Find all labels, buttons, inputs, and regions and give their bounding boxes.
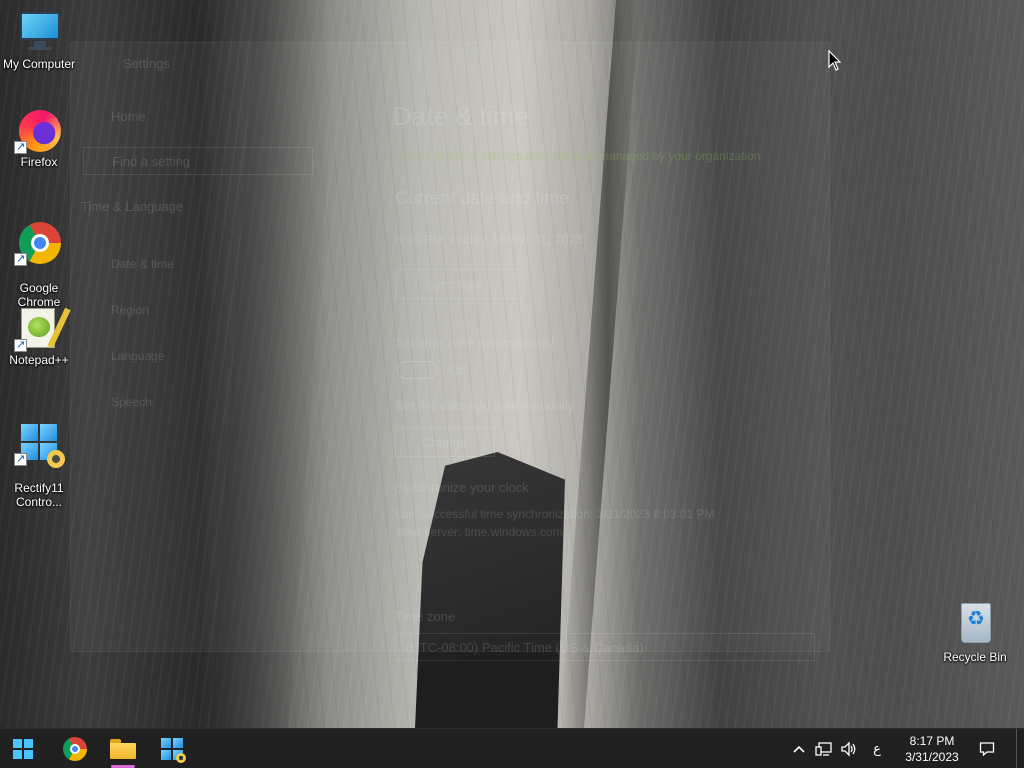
desktop-icon-label: Google Chrome bbox=[17, 281, 61, 309]
input-method-indicator[interactable]: ع bbox=[866, 729, 888, 768]
timezone-heading: Time zone bbox=[395, 609, 456, 624]
nav-home[interactable]: Home bbox=[111, 109, 146, 124]
desktop-icon-recycle-bin[interactable]: Recycle Bin bbox=[937, 603, 1013, 664]
taskbar-chrome-button[interactable] bbox=[53, 729, 97, 768]
desktop-icon-label: Recycle Bin bbox=[943, 650, 1007, 664]
notepad-plus-plus-icon bbox=[14, 306, 61, 352]
manual-date-label: Set the date and time manually bbox=[395, 398, 575, 413]
settings-search-placeholder: Find a setting bbox=[112, 154, 191, 169]
desktop-icon-my-computer[interactable]: My Computer bbox=[1, 10, 77, 71]
folder-icon bbox=[110, 739, 136, 759]
taskbar: ع 8:17 PM 3/31/2023 bbox=[0, 728, 1024, 768]
chrome-icon bbox=[14, 220, 61, 266]
monitor-icon bbox=[17, 10, 61, 54]
network-wired-icon bbox=[815, 742, 832, 756]
rectify11-control-icon bbox=[14, 420, 65, 468]
change-button[interactable]: Change bbox=[395, 427, 495, 457]
current-date-value: 8:16 PM, Friday, March 31, 2023 bbox=[395, 232, 584, 247]
sync-now-button[interactable]: Sync now bbox=[395, 269, 523, 299]
taskbar-rectify11-control-button[interactable] bbox=[150, 729, 194, 768]
clock-time: 8:17 PM bbox=[909, 734, 955, 748]
sync-description-1: Last successful time synchronization: 3/… bbox=[395, 507, 715, 521]
desktop-icon-firefox[interactable]: Firefox bbox=[1, 108, 77, 169]
settings-search-box[interactable]: Find a setting bbox=[83, 147, 313, 175]
notification-center-button[interactable] bbox=[976, 729, 998, 768]
desktop-icon-rectify11-control[interactable]: Rectify11 Contro... bbox=[1, 406, 77, 523]
start-button[interactable] bbox=[1, 729, 45, 768]
show-hidden-icons-button[interactable] bbox=[788, 729, 810, 768]
recycle-bin-icon bbox=[953, 603, 997, 647]
timezone-dropdown[interactable]: (UTC-08:00) Pacific Time (US & Canada) bbox=[395, 633, 815, 661]
toggle-state-label: Off bbox=[449, 363, 467, 378]
desktop-icon-label: My Computer bbox=[2, 57, 76, 71]
desktop-icon-notepad-plus-plus[interactable]: Notepad++ bbox=[1, 306, 77, 367]
managed-notice: *Some of these settings are hidden or ma… bbox=[395, 149, 764, 163]
notification-icon bbox=[979, 742, 995, 757]
sync-description-2: Time server: time.windows.com bbox=[395, 525, 563, 539]
windows-logo-icon bbox=[13, 739, 33, 759]
change-label: Change bbox=[422, 435, 468, 450]
settings-window: Settings Home Find a setting Time & Lang… bbox=[70, 42, 830, 661]
shortcut-arrow-icon bbox=[14, 140, 27, 154]
nav-item-region[interactable]: Region bbox=[111, 303, 149, 317]
clock-date: 3/31/2023 bbox=[905, 750, 959, 764]
sync-heading: Synchronize your clock bbox=[395, 480, 529, 495]
shortcut-arrow-icon bbox=[14, 452, 27, 466]
show-desktop-button[interactable] bbox=[1016, 729, 1024, 768]
network-button[interactable] bbox=[812, 729, 836, 768]
rectify11-control-icon bbox=[161, 738, 186, 763]
taskbar-file-explorer-button[interactable] bbox=[101, 729, 145, 768]
chrome-icon bbox=[63, 737, 87, 761]
desktop-icon-label: Rectify11 Contro... bbox=[14, 481, 64, 509]
desktop-icon-label: Firefox bbox=[20, 155, 58, 169]
nav-item-date-time[interactable]: Date & time bbox=[111, 257, 174, 271]
desktop-icon-label: Notepad++ bbox=[9, 353, 69, 367]
volume-button[interactable] bbox=[837, 729, 861, 768]
nav-section-title: Time & Language bbox=[81, 199, 184, 214]
speaker-icon bbox=[841, 741, 856, 757]
nav-item-speech[interactable]: Speech bbox=[111, 395, 152, 409]
shortcut-arrow-icon bbox=[14, 338, 27, 352]
settings-app-title: Settings bbox=[123, 56, 170, 71]
page-title: Date & time bbox=[393, 101, 529, 131]
current-date-heading: Current date and time bbox=[395, 188, 570, 208]
chevron-up-icon bbox=[793, 745, 805, 753]
firefox-icon bbox=[14, 108, 61, 154]
sync-now-label: Sync now bbox=[426, 277, 483, 292]
auto-timezone-toggle[interactable] bbox=[397, 361, 437, 379]
taskbar-clock[interactable]: 8:17 PM 3/31/2023 bbox=[890, 729, 974, 768]
auto-timezone-label: Set time zone automatically bbox=[395, 335, 554, 350]
timezone-value: (UTC-08:00) Pacific Time (US & Canada) bbox=[406, 640, 644, 655]
nav-item-language[interactable]: Language bbox=[111, 349, 164, 363]
shortcut-arrow-icon bbox=[14, 252, 27, 266]
